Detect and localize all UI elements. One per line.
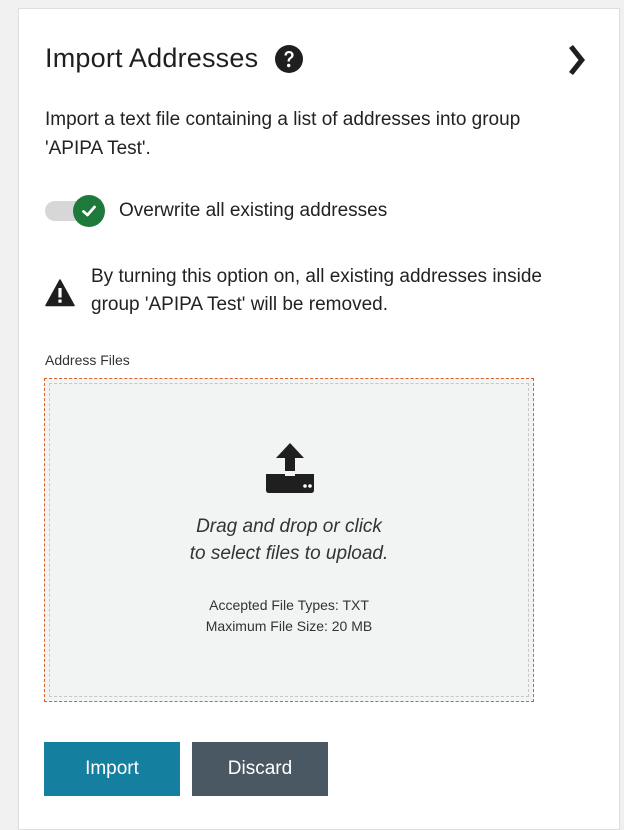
discard-button[interactable]: Discard xyxy=(192,742,328,796)
panel-header: Import Addresses xyxy=(45,43,304,74)
dropzone-instructions: Drag and drop or click to select files t… xyxy=(45,513,533,567)
dropzone-instruction-line-1: Drag and drop or click xyxy=(196,516,382,537)
warning-triangle-icon xyxy=(45,279,75,307)
toggle-knob xyxy=(73,195,105,227)
maximum-file-size: Maximum File Size: 20 MB xyxy=(205,618,373,634)
overwrite-toggle-label: Overwrite all existing addresses xyxy=(119,200,388,221)
address-files-label: Address Files xyxy=(45,352,130,368)
dropzone-file-info: Accepted File Types: TXT Maximum File Si… xyxy=(45,595,533,637)
file-dropzone[interactable]: Drag and drop or click to select files t… xyxy=(44,378,534,702)
collapse-panel-chevron-right-icon[interactable] xyxy=(564,45,588,75)
import-button[interactable]: Import xyxy=(44,742,180,796)
upload-icon xyxy=(263,441,317,495)
overwrite-toggle[interactable] xyxy=(45,195,107,227)
overwrite-toggle-row: Overwrite all existing addresses xyxy=(45,195,387,227)
help-icon[interactable] xyxy=(274,44,304,74)
dropzone-instruction-line-2: to select files to upload. xyxy=(189,543,389,564)
accepted-file-types: Accepted File Types: TXT xyxy=(209,597,369,613)
checkmark-icon xyxy=(82,205,96,217)
panel-description: Import a text file containing a list of … xyxy=(45,109,521,159)
import-addresses-panel: Import Addresses Import a text file cont… xyxy=(18,8,620,830)
panel-title: Import Addresses xyxy=(45,43,259,73)
warning-text: By turning this option on, all existing … xyxy=(91,266,542,315)
overwrite-warning: By turning this option on, all existing … xyxy=(45,263,561,319)
